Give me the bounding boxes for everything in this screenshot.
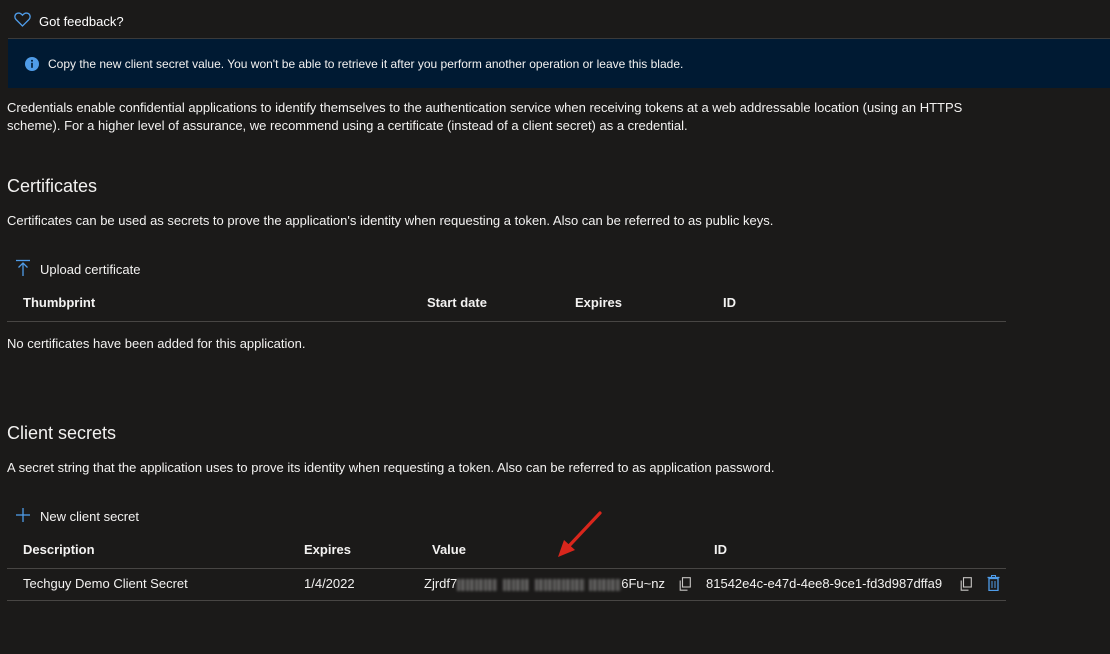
intro-paragraph: Credentials enable confidential applicat…: [7, 99, 987, 135]
redaction-blur: [589, 578, 622, 591]
client-secrets-heading: Client secrets: [7, 423, 117, 443]
redaction-blur: [457, 578, 498, 591]
redaction-blur: [535, 578, 586, 591]
upload-icon: [15, 259, 31, 280]
upload-certificate-button[interactable]: Upload certificate: [15, 259, 140, 279]
banner-text: Copy the new client secret value. You wo…: [48, 56, 684, 71]
secret-value-end: 6Fu~nz: [621, 576, 665, 591]
trash-icon: [987, 575, 1000, 594]
copy-id-button[interactable]: [959, 576, 973, 594]
plus-icon: [15, 507, 31, 526]
feedback-link[interactable]: Got feedback?: [14, 11, 124, 31]
column-header-expires[interactable]: Expires: [575, 295, 622, 310]
secret-expires: 1/4/2022: [304, 576, 355, 591]
table-header-divider: [7, 568, 1006, 569]
intro-line: scheme). For a higher level of assurance…: [7, 118, 688, 133]
delete-secret-button[interactable]: [986, 575, 1000, 594]
copy-icon: [960, 576, 972, 594]
feedback-label: Got feedback?: [39, 13, 124, 29]
table-header-divider: [7, 321, 1006, 322]
annotation-arrow: [556, 509, 604, 559]
column-header-expires[interactable]: Expires: [304, 542, 351, 557]
secret-value: Zjrdf7 6Fu~nz: [424, 576, 665, 591]
client-secrets-description: A secret string that the application use…: [7, 460, 775, 475]
certificates-empty-text: No certificates have been added for this…: [7, 336, 306, 351]
new-client-secret-label: New client secret: [40, 508, 139, 524]
copy-icon: [679, 576, 691, 594]
column-header-thumbprint[interactable]: Thumbprint: [23, 295, 95, 310]
info-icon: [24, 56, 40, 72]
secret-value-start: Zjrdf7: [424, 576, 458, 591]
certificates-heading: Certificates: [7, 176, 98, 196]
heart-icon: [14, 12, 31, 30]
new-client-secret-button[interactable]: New client secret: [15, 506, 139, 526]
secret-description: Techguy Demo Client Secret: [23, 576, 188, 591]
upload-certificate-label: Upload certificate: [40, 261, 141, 277]
redaction-blur: [503, 578, 530, 591]
column-header-id[interactable]: ID: [723, 295, 736, 310]
table-row-divider: [7, 600, 1006, 601]
copy-value-button[interactable]: [678, 576, 692, 594]
column-header-value[interactable]: Value: [432, 542, 466, 557]
secret-id: 81542e4c-e47d-4ee8-9ce1-fd3d987dffa9: [706, 576, 943, 591]
column-header-id[interactable]: ID: [714, 542, 727, 557]
intro-line: Credentials enable confidential applicat…: [7, 100, 963, 115]
column-header-description[interactable]: Description: [23, 542, 95, 557]
info-banner: Copy the new client secret value. You wo…: [8, 39, 1110, 88]
column-header-start-date[interactable]: Start date: [427, 295, 487, 310]
certificates-description: Certificates can be used as secrets to p…: [7, 213, 774, 228]
